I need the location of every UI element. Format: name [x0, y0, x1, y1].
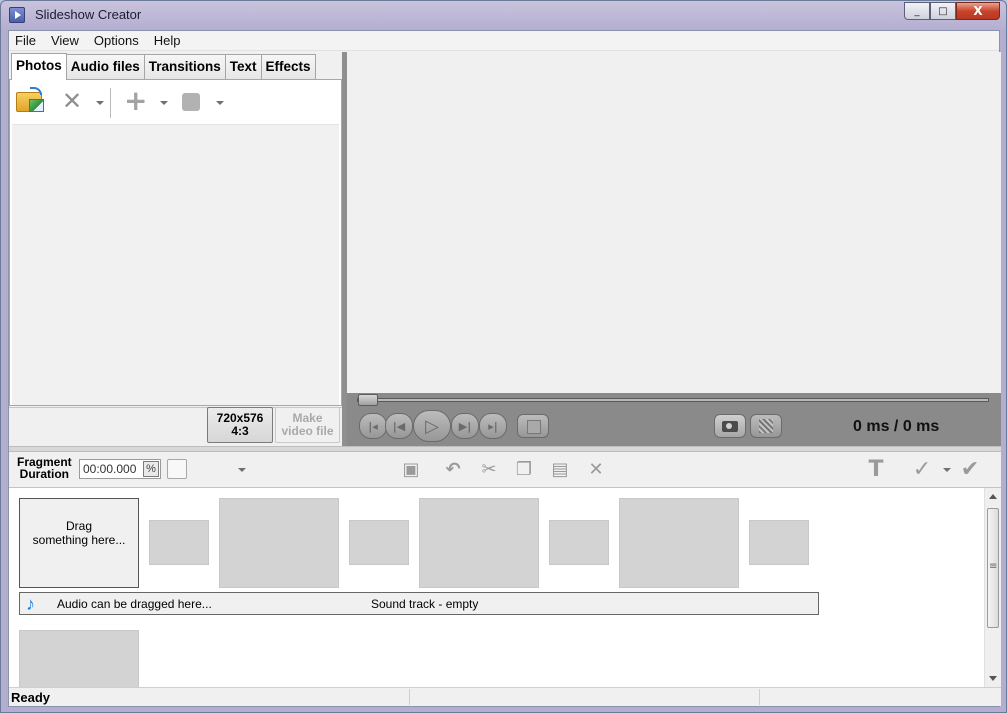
drag-hint-line-2: something here...	[32, 533, 126, 547]
tab-audio-files[interactable]: Audio files	[65, 54, 145, 79]
client-area: File View Options Help ✕ + Photos Audio …	[8, 30, 1001, 707]
tab-strip: Photos Audio files Transitions Text Effe…	[11, 53, 316, 80]
make-video-button[interactable]: Make video file	[275, 407, 340, 443]
app-window: Slideshow Creator _ □ X File View Option…	[0, 0, 1007, 713]
percent-icon[interactable]: %	[143, 461, 159, 477]
scroll-thumb[interactable]	[987, 508, 999, 628]
time-readout: 0 ms / 0 ms	[853, 418, 939, 436]
music-note-icon: ♪	[26, 594, 35, 614]
transition-slot[interactable]	[549, 520, 609, 565]
menu-options[interactable]: Options	[94, 33, 139, 48]
next-icon[interactable]: ▶|	[451, 413, 479, 439]
status-separator	[409, 689, 410, 705]
timeline[interactable]: Drag something here... ♪ Audio can be dr…	[9, 488, 984, 687]
copy-icon[interactable]: ❐	[514, 460, 534, 480]
photos-list[interactable]	[12, 124, 339, 405]
maximize-button[interactable]: □	[930, 2, 956, 20]
delete-dropdown-icon[interactable]	[96, 101, 104, 105]
play-icon[interactable]: ▷	[413, 410, 451, 442]
tab-text[interactable]: Text	[224, 54, 262, 79]
duration-label: Duration	[19, 467, 70, 481]
scroll-up-icon[interactable]	[989, 494, 997, 499]
tab-content: ✕ +	[9, 79, 342, 406]
duration-value: 00:00.000	[83, 462, 137, 476]
slide-slot[interactable]	[219, 498, 339, 588]
undo-icon[interactable]: ↶	[443, 460, 463, 480]
time-current: 0 ms	[853, 418, 890, 435]
go-to-end-icon[interactable]: ▸|	[479, 413, 507, 439]
window-controls: _ □ X	[904, 2, 1000, 20]
title-bar[interactable]: Slideshow Creator _ □ X	[1, 1, 1006, 30]
camera-icon	[722, 420, 738, 432]
app-icon	[9, 7, 25, 23]
seek-bar[interactable]	[357, 394, 989, 406]
close-button[interactable]: X	[956, 2, 1000, 20]
fullscreen-button[interactable]	[750, 414, 782, 438]
cut-icon[interactable]: ✂	[479, 460, 499, 480]
snapshot-button[interactable]	[714, 414, 746, 438]
drop-slot[interactable]: Drag something here...	[19, 498, 139, 588]
text-icon[interactable]: T	[866, 459, 886, 481]
previous-icon[interactable]: |◀	[385, 413, 413, 439]
add-dropdown-icon[interactable]	[160, 101, 168, 105]
square-dropdown-icon[interactable]	[216, 101, 224, 105]
edit-toolbar: Fragment Duration 00:00.000 % ▣ ↶ ✂ ❐ ▤ …	[9, 452, 1001, 488]
transition-slot[interactable]	[749, 520, 809, 565]
square-icon[interactable]	[182, 93, 200, 111]
fragment-duration-label: Fragment Duration	[17, 456, 72, 480]
resolution-button[interactable]: 720x576 4:3	[207, 407, 273, 443]
media-panel: ✕ + Photos Audio files Transitions Text …	[9, 52, 342, 446]
delete-icon[interactable]: ✕	[62, 87, 82, 115]
apply-icon[interactable]: ✓	[912, 459, 932, 481]
status-text: Ready	[11, 690, 51, 705]
menu-bar: File View Options Help	[9, 31, 999, 51]
open-folder-icon[interactable]	[16, 87, 46, 113]
timeline-scrollbar[interactable]	[984, 488, 1001, 687]
status-bar: Ready	[9, 687, 1001, 706]
paste-icon[interactable]: ▤	[550, 460, 570, 480]
sound-track-status: Sound track - empty	[371, 597, 479, 611]
tab-transitions[interactable]: Transitions	[143, 54, 226, 79]
playback-buttons: |◂ |◀ ▷ ▶| ▸|	[359, 410, 511, 442]
duration-field[interactable]: 00:00.000 %	[79, 459, 161, 479]
window-title: Slideshow Creator	[35, 7, 142, 22]
drag-hint-line-1: Drag	[65, 519, 92, 533]
make-video-label-2: video file	[281, 424, 334, 438]
seek-thumb[interactable]	[358, 394, 378, 406]
delete-fragment-icon[interactable]: ✕	[586, 460, 606, 480]
player-controls: |◂ |◀ ▷ ▶| ▸| 0 ms / 0 ms	[347, 393, 1001, 446]
slide-slot[interactable]	[419, 498, 539, 588]
slide-slot[interactable]	[19, 630, 139, 687]
stop-button[interactable]	[517, 414, 549, 438]
menu-help[interactable]: Help	[154, 33, 181, 48]
save-icon[interactable]: ▣	[401, 460, 421, 480]
apply-dropdown-icon[interactable]	[943, 468, 951, 472]
transition-slot[interactable]	[349, 520, 409, 565]
minimize-button[interactable]: _	[904, 2, 930, 20]
audio-hint: Audio can be dragged here...	[57, 597, 212, 611]
time-total: / 0 ms	[893, 418, 940, 435]
color-dropdown-icon[interactable]	[238, 468, 246, 472]
status-separator	[759, 689, 760, 705]
scroll-down-icon[interactable]	[989, 676, 997, 681]
resolution-ratio: 4:3	[231, 424, 249, 438]
color-picker[interactable]	[167, 459, 187, 479]
tab-effects[interactable]: Effects	[260, 54, 316, 79]
menu-file[interactable]: File	[15, 33, 36, 48]
photos-toolbar: ✕ +	[10, 80, 341, 124]
apply-all-icon[interactable]: ✔	[960, 459, 980, 481]
audio-track[interactable]: ♪ Audio can be dragged here... Sound tra…	[19, 592, 819, 615]
toolbar-separator	[110, 88, 111, 118]
tab-photos[interactable]: Photos	[11, 53, 67, 80]
preview-area	[347, 52, 1001, 393]
go-to-start-icon[interactable]: |◂	[359, 413, 387, 439]
add-icon[interactable]: +	[124, 87, 147, 115]
menu-view[interactable]: View	[51, 33, 79, 48]
transition-slot[interactable]	[149, 520, 209, 565]
slide-slot[interactable]	[619, 498, 739, 588]
